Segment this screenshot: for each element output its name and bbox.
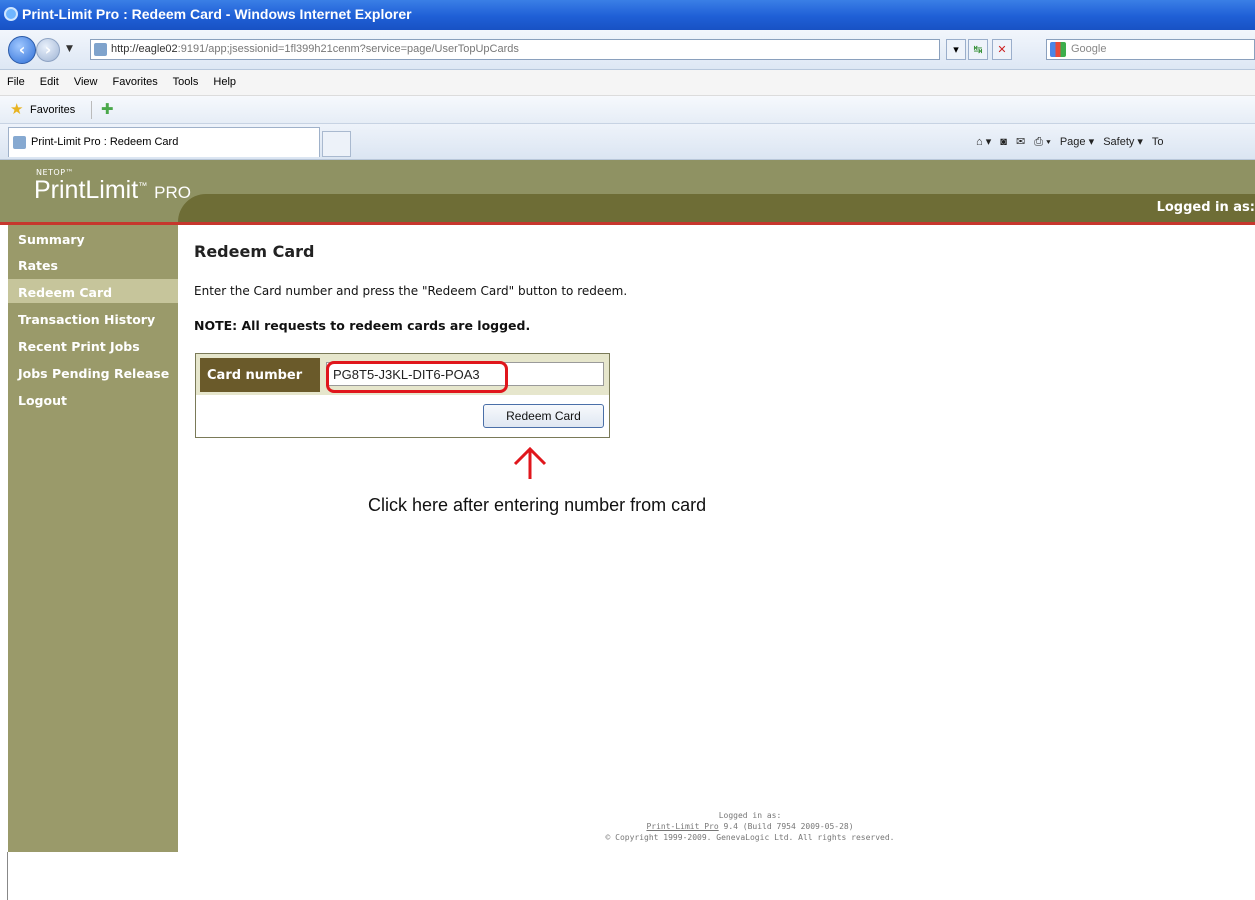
chevron-down-icon: ▾	[953, 43, 959, 56]
menu-tools[interactable]: Tools	[173, 76, 199, 88]
footer-logged-in: Logged in as:	[718, 811, 782, 820]
home-icon[interactable]: ⌂ ▾	[976, 136, 991, 148]
add-favorite-icon[interactable]: ✚	[101, 102, 114, 117]
card-number-input[interactable]	[326, 362, 604, 386]
address-dropdown-button[interactable]: ▾	[946, 39, 966, 60]
logging-note: NOTE: All requests to redeem cards are l…	[194, 318, 531, 333]
sidebar-item-redeem-card[interactable]: Redeem Card	[18, 285, 112, 300]
url-path: :9191/app;jsessionid=1fl399h21cenm?servi…	[177, 43, 519, 55]
page-menu[interactable]: Page ▾	[1060, 136, 1094, 148]
window-title: Print-Limit Pro : Redeem Card - Windows …	[22, 6, 412, 22]
window-title-bar: Print-Limit Pro : Redeem Card - Windows …	[0, 0, 1255, 30]
card-number-label: Card number	[200, 358, 320, 392]
address-input[interactable]: http://eagle02:9191/app;jsessionid=1fl39…	[90, 39, 940, 60]
page-title: Redeem Card	[194, 242, 315, 261]
up-arrow-annotation-icon	[513, 446, 547, 479]
sidebar-nav: Summary Rates Redeem Card Transaction Hi…	[8, 225, 178, 852]
menu-help[interactable]: Help	[213, 76, 236, 88]
search-input[interactable]: Google	[1046, 39, 1255, 60]
annotation-callout: Click here after entering number from ca…	[368, 495, 707, 515]
sidebar-item-summary[interactable]: Summary	[18, 232, 85, 247]
page-icon	[94, 43, 107, 56]
menu-favorites[interactable]: Favorites	[113, 76, 158, 88]
forward-arrow-icon: ›	[44, 40, 52, 59]
print-icon[interactable]: ⎙ ▾	[1034, 136, 1050, 148]
menu-bar: File Edit View Favorites Tools Help	[0, 70, 1255, 96]
tab-redeem-card[interactable]: Print-Limit Pro : Redeem Card	[8, 127, 320, 157]
tab-bar: Print-Limit Pro : Redeem Card ⌂ ▾ ◙ ✉ ⎙ …	[0, 124, 1255, 160]
sidebar-item-jobs-pending-release[interactable]: Jobs Pending Release	[18, 366, 169, 381]
card-number-row: Card number	[196, 354, 609, 395]
redeem-card-button[interactable]: Redeem Card	[483, 404, 604, 428]
page-icon	[13, 136, 26, 149]
search-placeholder: Google	[1071, 43, 1107, 55]
new-tab-button[interactable]	[322, 131, 351, 157]
sidebar-item-rates[interactable]: Rates	[18, 258, 58, 273]
menu-edit[interactable]: Edit	[40, 76, 59, 88]
logo-name: PrintLimit	[34, 176, 139, 204]
banner-band	[178, 194, 1255, 222]
window-edge	[7, 852, 8, 900]
logged-in-label: Logged in as:	[1156, 200, 1255, 215]
url-host: http://eagle02	[111, 43, 178, 55]
google-logo-icon	[1050, 42, 1066, 57]
printlimit-logo: PrintLimit™ PRO	[34, 176, 191, 204]
stop-button[interactable]: ✕	[992, 39, 1012, 60]
address-toolbar: ‹ › ▼ http://eagle02:9191/app;jsessionid…	[0, 30, 1255, 70]
banner-accent-line	[0, 222, 1255, 225]
sidebar-item-recent-print-jobs[interactable]: Recent Print Jobs	[18, 339, 140, 354]
footer-copyright: © Copyright 1999-2009. GenevaLogic Ltd. …	[605, 833, 895, 842]
safety-menu[interactable]: Safety ▾	[1103, 136, 1143, 148]
back-button[interactable]: ‹	[8, 36, 36, 64]
stop-icon: ✕	[997, 43, 1007, 56]
tools-menu[interactable]: To	[1152, 136, 1164, 148]
logo-suffix: PRO	[154, 183, 191, 202]
favorites-bar: ★ Favorites ✚	[0, 96, 1255, 124]
command-bar: ⌂ ▾ ◙ ✉ ⎙ ▾ Page ▾ Safety ▾ To	[976, 135, 1169, 149]
mail-icon[interactable]: ✉	[1016, 136, 1025, 148]
toolbar-divider	[91, 101, 92, 119]
ie-logo-icon	[4, 7, 18, 21]
forward-button[interactable]: ›	[36, 38, 60, 62]
favorites-button[interactable]: Favorites	[30, 104, 75, 116]
footer-version: 9.4 (Build 7954 2009-05-28)	[723, 822, 854, 831]
sidebar-item-logout[interactable]: Logout	[18, 393, 67, 408]
menu-file[interactable]: File	[7, 76, 25, 88]
footer-product-link[interactable]: Print-Limit Pro	[646, 822, 718, 831]
back-arrow-icon: ‹	[18, 40, 26, 59]
sidebar-item-transaction-history[interactable]: Transaction History	[18, 312, 155, 327]
page-footer: Logged in as: Print-Limit Pro 9.4 (Build…	[500, 810, 1000, 843]
feeds-icon[interactable]: ◙	[1000, 136, 1007, 148]
intro-text: Enter the Card number and press the "Red…	[194, 284, 628, 298]
menu-view[interactable]: View	[74, 76, 98, 88]
history-dropdown-icon[interactable]: ▼	[66, 44, 73, 54]
redeem-card-form: Card number Redeem Card	[195, 353, 610, 438]
refresh-button[interactable]: ↹	[968, 39, 988, 60]
favorites-star-icon[interactable]: ★	[10, 102, 23, 117]
tab-label: Print-Limit Pro : Redeem Card	[31, 136, 179, 148]
refresh-icon: ↹	[973, 43, 983, 56]
